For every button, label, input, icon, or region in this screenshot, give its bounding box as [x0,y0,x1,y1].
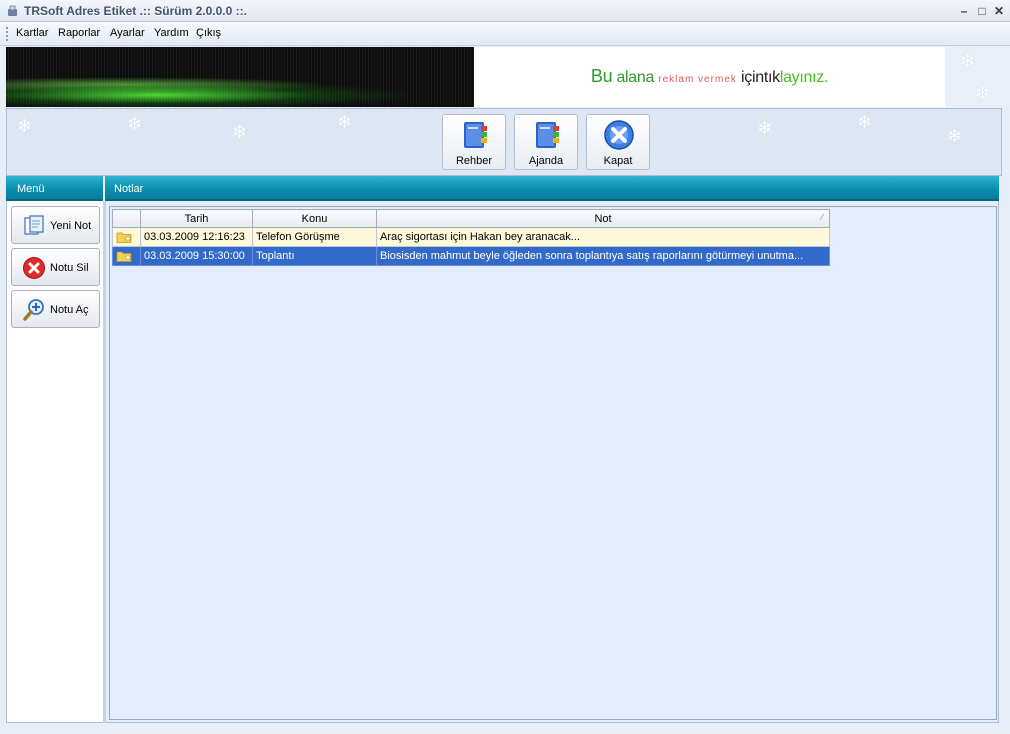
table-row[interactable]: 03.03.2009 12:16:23 Telefon Görüşme Araç… [112,227,830,247]
open-note-label: Notu Aç [50,304,89,316]
not-cell: Araç sigortası için Hakan bey aranacak..… [376,227,830,247]
kapat-label: Kapat [603,155,633,167]
toolbar: ❄ ❄ ❄ ❄ ❄ ❄ ❄ Rehber Ajanda Kapat [6,108,1002,176]
app-icon [8,5,17,16]
ajanda-label: Ajanda [528,155,564,167]
menu-section-title: Menü [17,183,45,195]
snowflake-icon: ❄ [947,126,963,146]
snowflake-icon: ❄ [337,112,353,132]
table-row-selected[interactable]: 03.03.2009 15:30:00 Toplantı Biosisden m… [112,246,830,266]
ajanda-button[interactable]: Ajanda [514,114,578,170]
open-note-button[interactable]: Notu Aç [11,290,100,328]
open-magnifier-icon [23,299,44,321]
close-window-button[interactable]: ✕ [991,3,1007,19]
menu-bar: Kartlar Raporlar Ayarlar Yardım Çıkış [0,22,1010,46]
menu-ayarlar[interactable]: Ayarlar [110,27,145,39]
snowflake-icon: ❄ [127,114,143,134]
column-header-tarih[interactable]: Tarih [140,209,253,228]
rehber-label: Rehber [455,155,493,167]
notes-grid: Tarih Konu Not ∕ 03.03.2009 12:16:23 Tel… [109,206,997,720]
column-header-not[interactable]: Not ∕ [376,209,830,228]
snowflake-icon: ❄ [17,116,33,136]
title-bar: TRSoft Adres Etiket .:: Sürüm 2.0.0.0 ::… [0,0,1010,22]
table-header-row: Tarih Konu Not ∕ [112,209,830,228]
section-divider [103,176,105,201]
konu-cell: Toplantı [252,246,377,266]
ad-text-reklam: reklam vermek [658,74,737,85]
ad-text-alana: alana [616,69,655,86]
delete-note-label: Notu Sil [50,262,89,274]
menu-yardim[interactable]: Yardım [154,27,189,39]
column-header-icon[interactable] [112,209,141,228]
column-header-konu[interactable]: Konu [252,209,377,228]
ad-text-icin: için [741,69,764,86]
menu-cikis[interactable]: Çıkış [196,27,221,39]
folder-icon [116,251,132,262]
folder-icon [116,232,132,243]
delete-note-button[interactable]: Notu Sil [11,248,100,286]
tarih-cell: 03.03.2009 15:30:00 [140,246,253,266]
address-book-icon [464,122,487,148]
snowflake-icon: ❄ [975,83,991,103]
konu-cell: Telefon Görüşme [252,227,377,247]
notes-panel: Tarih Konu Not ∕ 03.03.2009 12:16:23 Tel… [106,201,999,723]
row-icon-cell [112,246,141,266]
kapat-button[interactable]: Kapat [586,114,650,170]
banner-image [6,47,474,107]
section-header: Menü Notlar [6,176,999,201]
notes-section-title: Notlar [114,183,144,195]
new-note-button[interactable]: Yeni Not [11,206,100,244]
column-header-not-label: Not [594,212,612,225]
ad-text-tik: tık [763,69,780,86]
new-note-label: Yeni Not [50,220,92,232]
banner-area: Bu alana reklam vermek içintıklayınız. ❄… [0,46,1010,108]
snowflake-icon: ❄ [857,112,873,132]
sort-indicator-icon: ∕ [821,212,823,222]
close-circle-icon [604,120,634,150]
menu-kartlar[interactable]: Kartlar [16,27,48,39]
notes-table: Tarih Konu Not ∕ 03.03.2009 12:16:23 Tel… [112,209,830,266]
snowflake-icon: ❄ [757,118,773,138]
side-menu-panel: Yeni Not Notu Sil Notu Aç [6,201,103,723]
new-note-icon [24,215,44,235]
not-cell: Biosisden mahmut beyle öğleden sonra top… [376,246,830,266]
maximize-button[interactable]: □ [974,3,990,19]
ad-text-bu: Bu [590,66,613,86]
snowflake-icon: ❄ [960,51,976,71]
minimize-button[interactable]: – [956,3,972,19]
ad-text-layiniz: layınız. [779,69,829,86]
ad-banner[interactable]: Bu alana reklam vermek içintıklayınız. [474,47,945,107]
menu-raporlar[interactable]: Raporlar [58,27,100,39]
delete-icon [23,257,45,279]
rehber-button[interactable]: Rehber [442,114,506,170]
snowflake-icon: ❄ [232,122,248,142]
row-icon-cell [112,227,141,247]
menu-grip [6,27,8,41]
tarih-cell: 03.03.2009 12:16:23 [140,227,253,247]
window-title: TRSoft Adres Etiket .:: Sürüm 2.0.0.0 ::… [24,4,247,18]
agenda-icon [536,122,559,148]
